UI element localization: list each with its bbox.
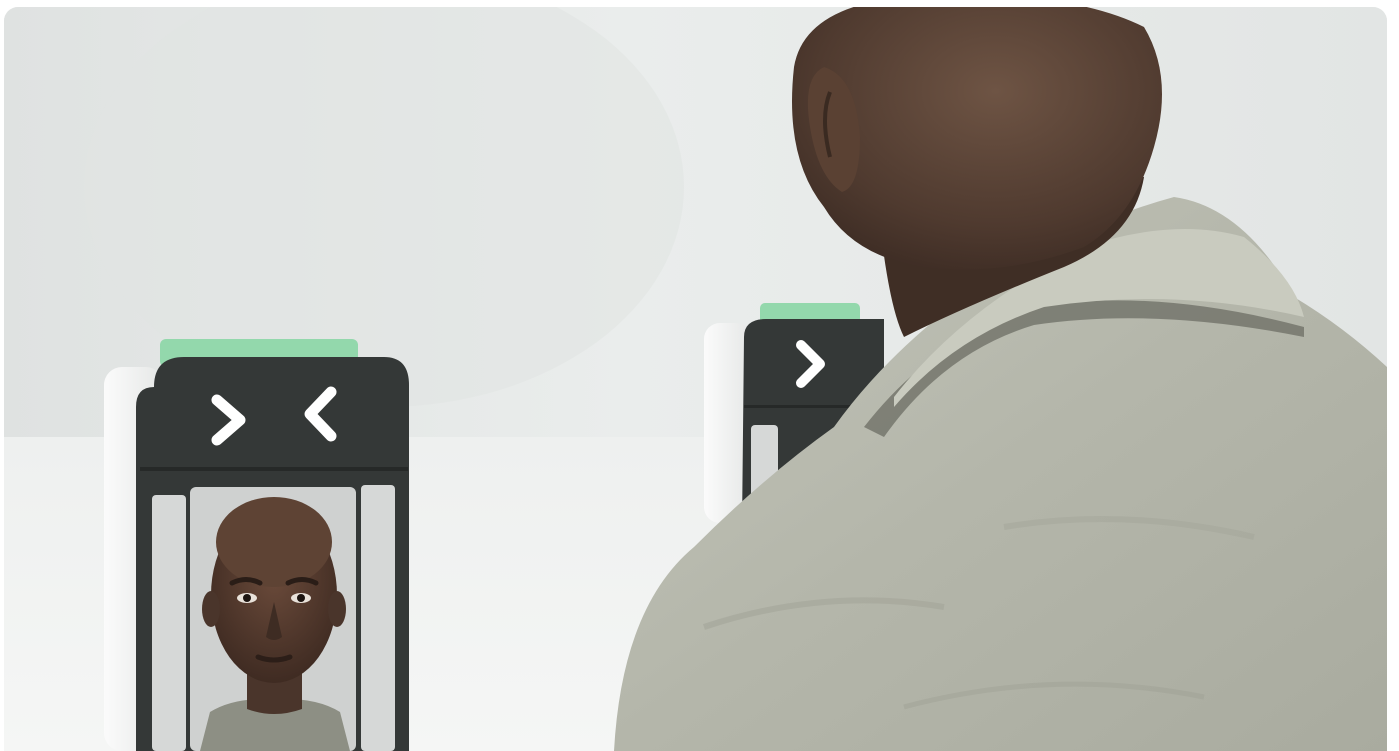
photo-illustration (4, 7, 1387, 751)
kiosk-front (104, 339, 409, 751)
photo-frame (4, 7, 1387, 751)
screen-face (200, 497, 350, 751)
